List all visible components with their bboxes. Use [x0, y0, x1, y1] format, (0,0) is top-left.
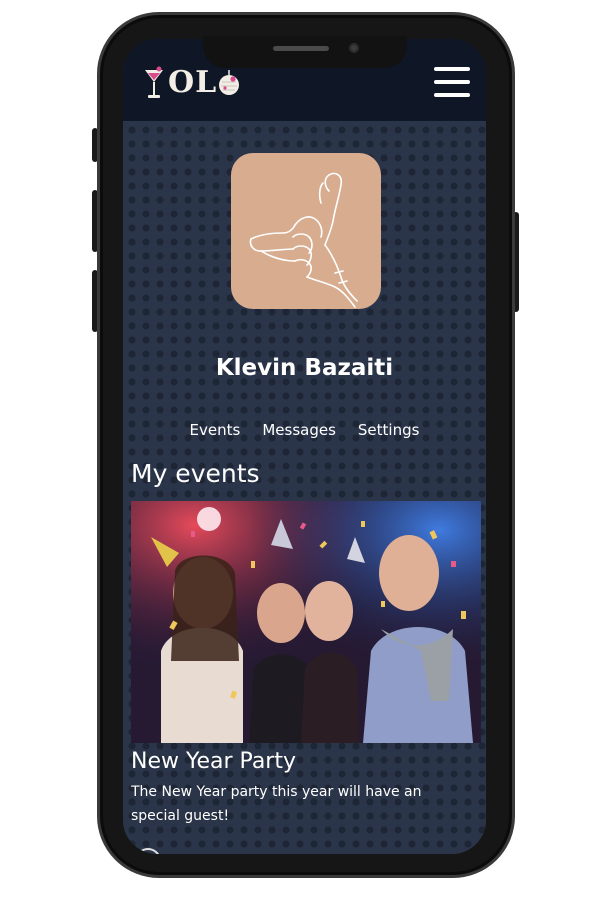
event-card[interactable]: New Year Party The New Year party this y…: [131, 501, 481, 828]
cocktail-glass-icon: [145, 66, 163, 98]
event-description: The New Year party this year will have a…: [131, 784, 422, 824]
speaker-grille: [273, 46, 329, 51]
app-screen: OL Klevin Bazaiti Events Messages Settin…: [123, 39, 486, 854]
app-logo[interactable]: OL: [143, 63, 240, 103]
menu-bar: [434, 93, 470, 97]
phone-notch: [203, 36, 407, 68]
avatar[interactable]: [231, 153, 381, 309]
profile-nav: Events Messages Settings: [123, 421, 486, 439]
front-camera: [349, 43, 359, 53]
section-title: My events: [131, 459, 260, 488]
menu-bar: [434, 80, 470, 84]
menu-bar: [434, 67, 470, 71]
device-mockup: OL Klevin Bazaiti Events Messages Settin…: [0, 0, 600, 900]
nav-link-messages[interactable]: Messages: [262, 421, 336, 439]
profile-name: Klevin Bazaiti: [215, 355, 394, 381]
hamburger-menu-icon[interactable]: [434, 67, 470, 97]
nav-link-settings[interactable]: Settings: [358, 421, 420, 439]
profile-page: Klevin Bazaiti Events Messages Settings …: [123, 121, 486, 854]
partial-icon: [135, 848, 161, 854]
event-title[interactable]: New Year Party: [131, 749, 481, 774]
disco-ball-icon: [219, 70, 240, 95]
shaka-hand-icon: [249, 172, 358, 308]
event-image[interactable]: [131, 501, 481, 743]
logo-text: OL: [168, 65, 218, 100]
nav-link-events[interactable]: Events: [190, 421, 241, 439]
